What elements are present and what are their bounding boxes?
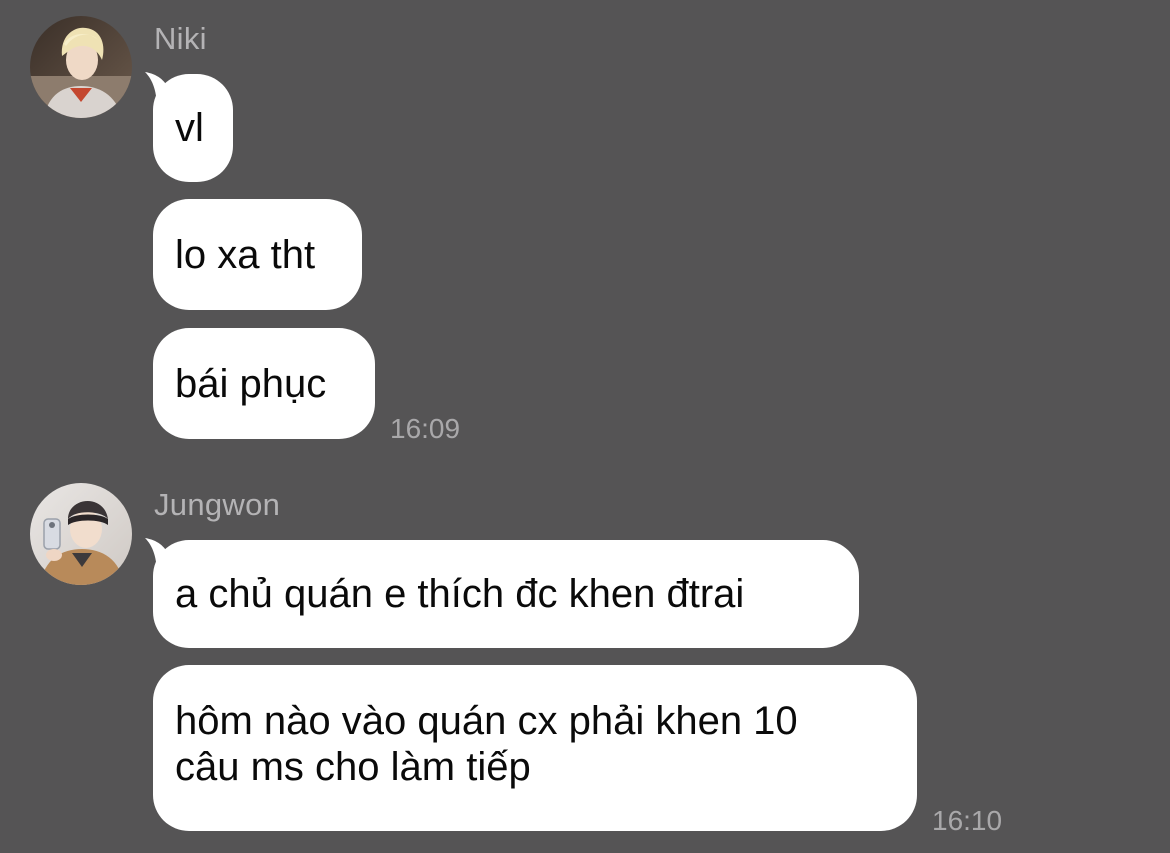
message-bubble[interactable]: bái phục <box>153 328 375 439</box>
message-timestamp: 16:10 <box>932 805 1003 836</box>
chat-thread: Niki vl lo xa tht bái phục 16:09 Jungwon… <box>0 0 1170 853</box>
message-text: a chủ quán e thích đc khen đtrai <box>175 572 745 616</box>
message-timestamp: 16:09 <box>390 413 461 444</box>
message-bubble[interactable]: hôm nào vào quán cx phải khen 10 câu ms … <box>153 665 917 831</box>
avatar-jungwon[interactable] <box>30 483 132 585</box>
avatar-niki[interactable] <box>30 16 132 118</box>
user-avatar-niki-icon <box>30 16 132 118</box>
message-bubble[interactable]: lo xa tht <box>153 199 362 310</box>
message-bubble[interactable]: vl <box>153 74 233 182</box>
user-avatar-jungwon-icon <box>30 483 132 585</box>
message-text: hôm nào vào quán cx phải khen 10 câu ms … <box>175 699 798 789</box>
message-text: lo xa tht <box>175 232 316 277</box>
sender-name: Niki <box>154 21 207 56</box>
sender-name: Jungwon <box>154 487 281 522</box>
message-bubble[interactable]: a chủ quán e thích đc khen đtrai <box>153 540 859 648</box>
message-text: bái phục <box>175 361 327 406</box>
message-text: vl <box>175 106 204 150</box>
